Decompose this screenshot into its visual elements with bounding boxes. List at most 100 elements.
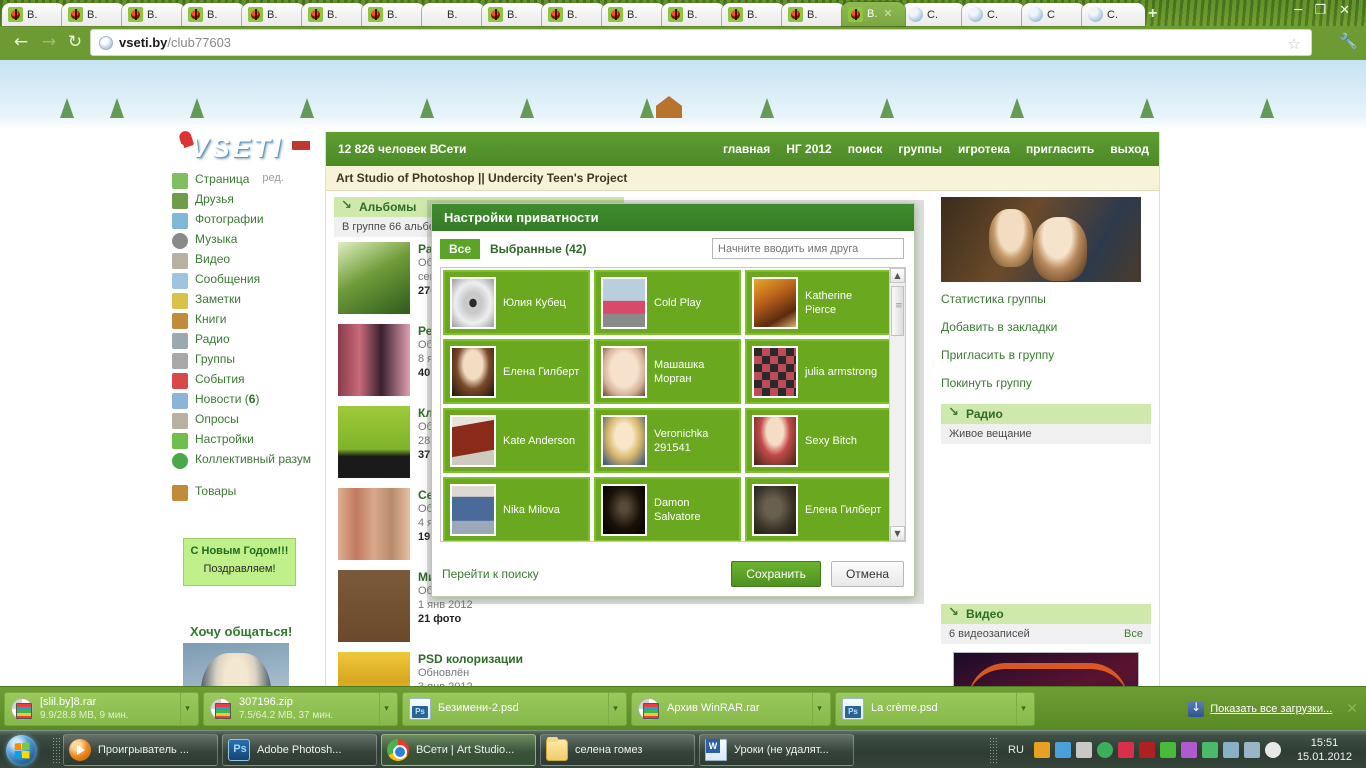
nav-item-edit-link[interactable]: ред.	[262, 172, 283, 184]
browser-tab[interactable]: C.	[962, 3, 1025, 26]
browser-tab[interactable]: B.	[482, 3, 545, 26]
browser-tab[interactable]: B.	[662, 3, 725, 26]
health-icon[interactable]	[1159, 741, 1176, 758]
browser-tab[interactable]: B.	[2, 3, 65, 26]
album-name[interactable]: PSD колоризации	[418, 652, 523, 666]
new-tab-button[interactable]: +	[1148, 6, 1157, 22]
nav-item-4[interactable]: Видео	[172, 250, 312, 270]
tab-close-icon[interactable]: ✕	[883, 8, 892, 20]
browser-tab[interactable]: C	[1022, 3, 1085, 26]
browser-tab[interactable]: B.	[782, 3, 845, 26]
check-icon[interactable]	[1201, 741, 1218, 758]
nav-item-5[interactable]: Сообщения	[172, 270, 312, 290]
download-item[interactable]: 307196.zip 7.5/64.2 MB, 37 мин. ▾	[203, 691, 398, 726]
friend-item[interactable]: Veronichka 291541	[594, 408, 741, 473]
friend-item[interactable]: Nika Milova	[443, 477, 590, 541]
save-button[interactable]: Сохранить	[731, 561, 821, 587]
tray-icon-group[interactable]	[1033, 741, 1281, 758]
taskbar-grip[interactable]	[52, 736, 61, 763]
forward-button[interactable]: →	[38, 32, 60, 54]
top-menu-1[interactable]: НГ 2012	[786, 142, 832, 156]
browser-tab[interactable]: B.	[182, 3, 245, 26]
group-link-0[interactable]: Статистика группы	[941, 292, 1151, 306]
nav-item-2[interactable]: Фотографии	[172, 210, 312, 230]
note-icon[interactable]	[1180, 741, 1197, 758]
browser-tab[interactable]: B.	[122, 3, 185, 26]
download-menu-caret[interactable]: ▾	[1016, 692, 1030, 725]
friend-item[interactable]: julia armstrong	[745, 339, 892, 404]
shield-icon[interactable]	[1096, 741, 1113, 758]
taskbar-clock[interactable]: 15:51 15.01.2012	[1287, 736, 1360, 764]
scroll-down-icon[interactable]: ▼	[890, 526, 905, 541]
group-link-2[interactable]: Пригласить в группу	[941, 348, 1151, 362]
friend-item[interactable]: Damon Salvatore	[594, 477, 741, 541]
nav-item-10[interactable]: События	[172, 370, 312, 390]
tray-grip[interactable]	[989, 736, 999, 763]
nav-item-11[interactable]: Новости (6)	[172, 390, 312, 410]
album-item[interactable]: PSD колоризацииОбновлён3 янв 2012110 фот…	[334, 647, 624, 686]
friends-grid[interactable]: Юлия Кубец Cold Play Katherine Pierce Елена…	[443, 270, 892, 541]
download-item[interactable]: [slil.by]8.rar 9.9/28.8 MB, 9 мин. ▾	[4, 691, 199, 726]
browser-tab[interactable]: B.	[302, 3, 365, 26]
plug-icon[interactable]	[1075, 741, 1092, 758]
top-menu-3[interactable]: группы	[898, 142, 942, 156]
download-item[interactable]: La crème.psd ▾	[835, 691, 1035, 726]
friend-item[interactable]: Sexy Bitch	[745, 408, 892, 473]
reload-button[interactable]: ↻	[64, 32, 86, 54]
nav-item-3[interactable]: Музыка	[172, 230, 312, 250]
download-menu-caret[interactable]: ▾	[180, 692, 194, 725]
friend-item[interactable]: Машашка Морган	[594, 339, 741, 404]
bookmark-star-icon[interactable]: ☆	[1288, 35, 1301, 53]
friend-item[interactable]: Kate Anderson	[443, 408, 590, 473]
top-menu-6[interactable]: выход	[1110, 142, 1149, 156]
album-thumbnail[interactable]	[338, 406, 410, 478]
close-button[interactable]: ✕	[1339, 4, 1350, 17]
want-to-chat-photo[interactable]	[183, 643, 289, 686]
taskbar-item-1[interactable]: Adobe Photosh...	[222, 733, 377, 766]
taskbar-item-4[interactable]: Уроки (не удалят...	[699, 733, 854, 766]
group-link-3[interactable]: Покинуть группу	[941, 376, 1151, 390]
taskbar-item-3[interactable]: селена гомез	[540, 733, 695, 766]
collapse-arrow-icon[interactable]	[341, 198, 353, 213]
top-menu-0[interactable]: главная	[723, 142, 770, 156]
nav-item-9[interactable]: Группы	[172, 350, 312, 370]
browser-tab[interactable]: B. ✕	[842, 2, 905, 26]
download-item[interactable]: Безимени-2.psd ▾	[402, 691, 627, 726]
minimize-button[interactable]: ─	[1294, 4, 1302, 17]
network-icon[interactable]	[1222, 741, 1239, 758]
top-menu-5[interactable]: пригласить	[1026, 142, 1094, 156]
cancel-button[interactable]: Отмена	[830, 561, 904, 587]
volume-icon[interactable]	[1264, 741, 1281, 758]
taskbar-item-2[interactable]: ВСети | Art Studio...	[381, 733, 536, 766]
chrome-menu-icon[interactable]: 🔧	[1339, 32, 1358, 50]
group-links[interactable]: Статистика группы Добавить в закладки Приг…	[941, 292, 1151, 390]
nav-item-6[interactable]: Заметки	[172, 290, 312, 310]
nav-item-0[interactable]: Страница ред.	[172, 170, 312, 190]
g-icon[interactable]	[1054, 741, 1071, 758]
site-top-menu[interactable]: главная НГ 2012 поиск группы игротека приглас…	[723, 132, 1149, 166]
album-thumbnail[interactable]	[338, 488, 410, 560]
nav-item-15[interactable]: Товары	[172, 482, 312, 502]
video-thumbnail[interactable]	[953, 652, 1139, 686]
browser-tab[interactable]: B.	[722, 3, 785, 26]
download-menu-caret[interactable]: ▾	[812, 692, 826, 725]
browser-tab[interactable]: C.	[902, 3, 965, 26]
browser-tab[interactable]: B.	[62, 3, 125, 26]
friend-item[interactable]: Елена Гилберт	[443, 339, 590, 404]
friends-list-box[interactable]: Юлия Кубец Cold Play Katherine Pierce Елена…	[440, 267, 906, 542]
browser-tab[interactable]: B.	[242, 3, 305, 26]
video-all-link[interactable]: Все	[1124, 628, 1143, 640]
scrollbar-thumb[interactable]	[891, 286, 904, 336]
friend-item[interactable]: Елена Гилберт	[745, 477, 892, 541]
restore-button[interactable]: ❐	[1314, 4, 1326, 17]
album-thumbnail[interactable]	[338, 652, 410, 686]
tab-all[interactable]: Все	[440, 239, 481, 259]
download-item[interactable]: Архив WinRAR.rar ▾	[631, 691, 831, 726]
nav-item-8[interactable]: Радио	[172, 330, 312, 350]
nav-item-13[interactable]: Настройки	[172, 430, 312, 450]
monitor-icon[interactable]	[1243, 741, 1260, 758]
browser-tab[interactable]: B.	[362, 3, 425, 26]
close-download-bar-icon[interactable]: ✕	[1338, 701, 1358, 717]
bf-icon[interactable]	[1033, 741, 1050, 758]
album-thumbnail[interactable]	[338, 242, 410, 314]
